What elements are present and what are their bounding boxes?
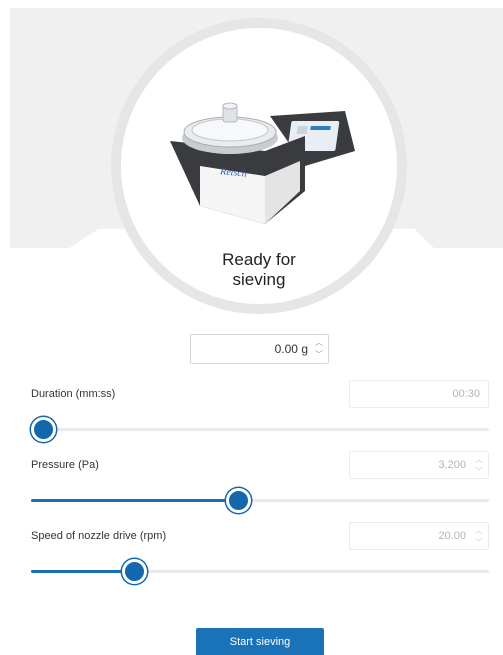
pressure-value: 3,200 bbox=[438, 459, 466, 471]
chevron-down-icon[interactable]: ﹀ bbox=[315, 350, 323, 360]
speed-field[interactable]: 20.00 ︿ ﹀ bbox=[349, 522, 489, 550]
pressure-field[interactable]: 3,200 ︿ ﹀ bbox=[349, 451, 489, 479]
weight-value: 0.00 g bbox=[274, 342, 308, 356]
weight-input[interactable]: 0.00 g ︿ ﹀ bbox=[190, 334, 329, 364]
speed-slider[interactable] bbox=[31, 559, 489, 584]
speed-slider-fill bbox=[31, 570, 135, 573]
duration-slider-thumb[interactable] bbox=[31, 417, 56, 442]
chevron-down-icon[interactable]: ﹀ bbox=[475, 538, 483, 548]
duration-label: Duration (mm:ss) bbox=[31, 388, 116, 400]
pressure-slider[interactable] bbox=[31, 488, 489, 513]
duration-value: 00:30 bbox=[452, 388, 480, 400]
sieve-device-image: Retsch bbox=[170, 102, 355, 224]
chevron-up-icon[interactable]: ︿ bbox=[475, 455, 483, 465]
pressure-slider-fill bbox=[31, 499, 239, 502]
pressure-stepper[interactable]: ︿ ﹀ bbox=[474, 455, 484, 477]
chevron-down-icon[interactable]: ﹀ bbox=[475, 467, 483, 477]
chevron-up-icon[interactable]: ︿ bbox=[475, 526, 483, 536]
start-sieving-button[interactable]: Start sieving bbox=[196, 628, 324, 655]
speed-value: 20.00 bbox=[438, 530, 466, 542]
pressure-label: Pressure (Pa) bbox=[31, 459, 99, 471]
weight-stepper[interactable]: ︿ ﹀ bbox=[314, 338, 324, 360]
duration-field[interactable]: 00:30 bbox=[349, 380, 489, 408]
pressure-slider-thumb[interactable] bbox=[226, 488, 252, 513]
status-line-2: sieving bbox=[232, 270, 286, 289]
speed-label: Speed of nozzle drive (rpm) bbox=[31, 530, 167, 542]
chevron-up-icon[interactable]: ︿ bbox=[315, 338, 323, 348]
duration-slider[interactable] bbox=[31, 417, 489, 442]
speed-stepper[interactable]: ︿ ﹀ bbox=[474, 526, 484, 548]
status-text: Ready for sieving bbox=[189, 250, 329, 290]
speed-slider-thumb[interactable] bbox=[122, 559, 148, 584]
status-line-1: Ready for bbox=[222, 250, 296, 269]
